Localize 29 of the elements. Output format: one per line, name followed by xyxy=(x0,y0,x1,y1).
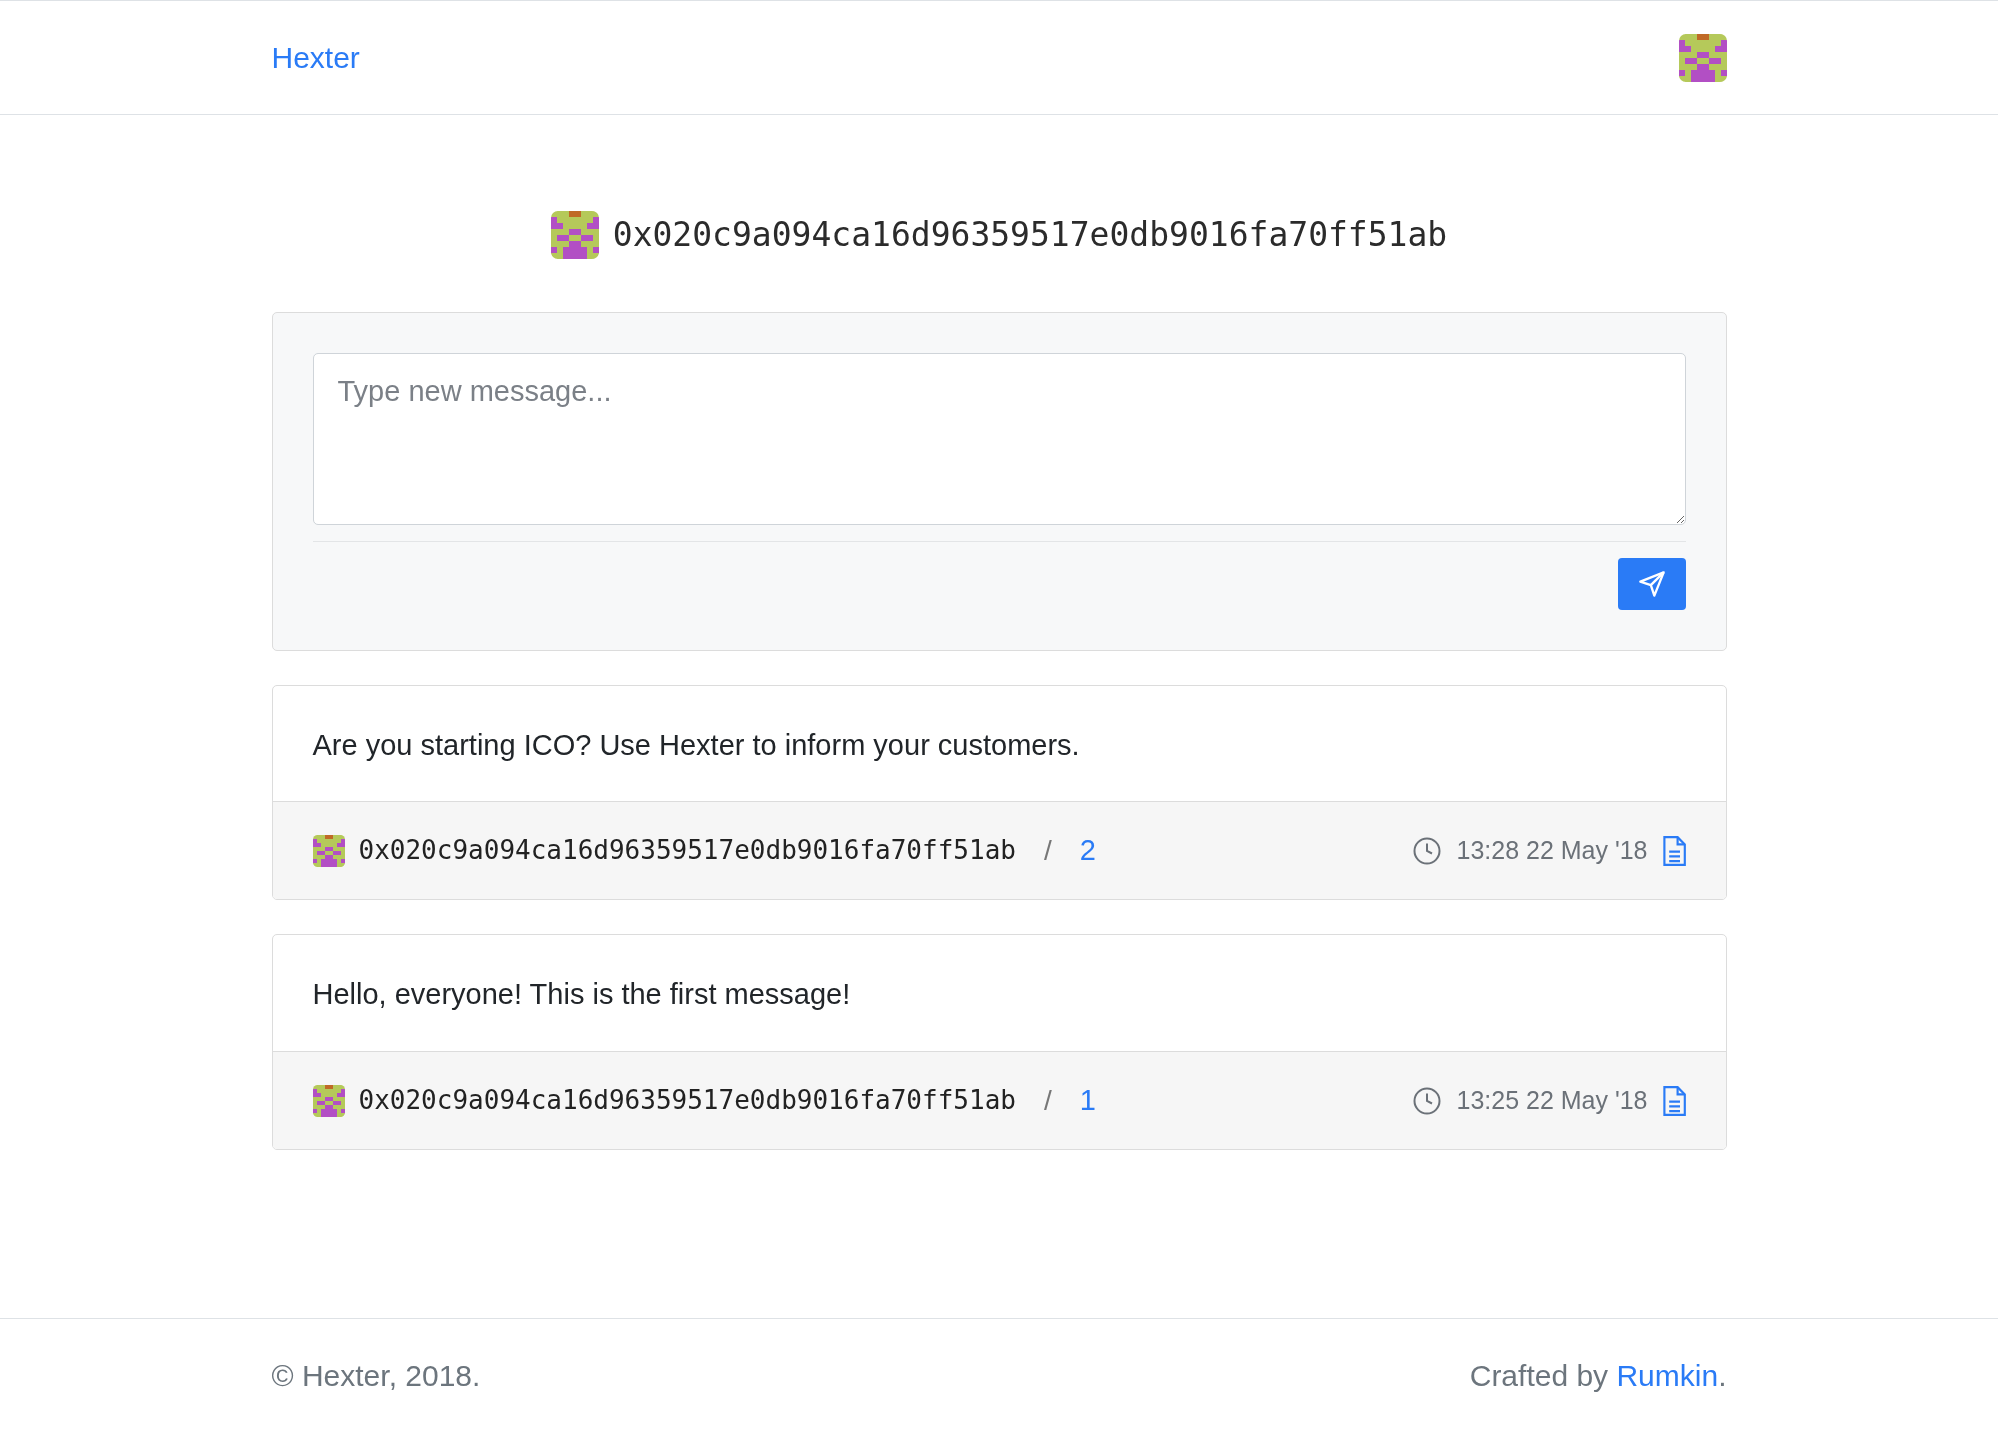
clock-icon xyxy=(1412,1085,1443,1116)
message-number-link[interactable]: 2 xyxy=(1079,829,1096,873)
author-link[interactable]: Rumkin xyxy=(1616,1359,1719,1392)
account-avatar-link[interactable] xyxy=(1678,33,1727,82)
identicon-avatar-icon xyxy=(312,834,345,867)
identicon-avatar-icon xyxy=(1678,33,1727,82)
separator: / xyxy=(1043,833,1052,868)
copyright-text: © Hexter, 2018. xyxy=(271,1358,481,1394)
message-time: 13:25 22 May '18 xyxy=(1456,1085,1648,1117)
separator: / xyxy=(1043,1083,1052,1118)
author-address-link[interactable]: 0x020c9a094ca16d96359517e0db9016fa70ff51ab xyxy=(358,1081,1016,1121)
message-time: 13:28 22 May '18 xyxy=(1456,835,1648,867)
send-button[interactable] xyxy=(1617,557,1686,610)
message-text: Are you starting ICO? Use Hexter to inform your customers. xyxy=(311,727,1081,763)
profile-address: 0x020c9a094ca16d96359517e0db9016fa70ff51ab xyxy=(612,214,1448,256)
message-text: Hello, everyone! This is the first message! xyxy=(311,977,852,1013)
clock-icon xyxy=(1412,835,1443,866)
author-address-link[interactable]: 0x020c9a094ca16d96359517e0db9016fa70ff51ab xyxy=(358,831,1016,871)
identicon-avatar-icon xyxy=(550,210,599,259)
credit-text: Crafted by Rumkin. xyxy=(1469,1358,1727,1394)
identicon-avatar-icon xyxy=(312,1084,345,1117)
document-icon xyxy=(1661,835,1686,866)
document-link[interactable] xyxy=(1661,1085,1686,1116)
document-icon xyxy=(1661,1085,1686,1116)
send-icon xyxy=(1637,569,1666,598)
document-link[interactable] xyxy=(1661,835,1686,866)
message-number-link[interactable]: 1 xyxy=(1079,1079,1096,1123)
brand-link[interactable]: Hexter xyxy=(271,35,360,80)
message-input-field[interactable]: Type new message... xyxy=(312,352,1686,525)
